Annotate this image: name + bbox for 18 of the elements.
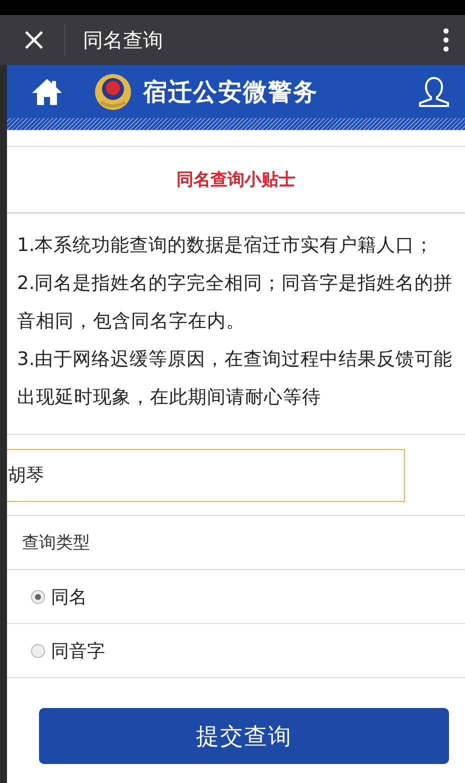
- tips-title: 同名查询小贴士: [176, 169, 296, 191]
- radio-button[interactable]: [31, 644, 45, 658]
- page-title: 同名查询: [83, 26, 164, 54]
- home-icon[interactable]: [31, 78, 63, 106]
- police-emblem-icon: [93, 72, 133, 112]
- user-icon[interactable]: [417, 76, 451, 108]
- more-icon[interactable]: [443, 28, 449, 52]
- name-input-field[interactable]: 胡琴: [7, 448, 405, 502]
- site-title: 宿迁公安微警务: [143, 76, 319, 108]
- close-icon[interactable]: [24, 30, 44, 50]
- tip-paragraph: 1.本系统功能查询的数据是宿迁市实有户籍人口；: [17, 234, 435, 258]
- option-label[interactable]: 同名: [51, 584, 87, 608]
- query-type-label: 查询类型: [22, 532, 90, 554]
- submit-button[interactable]: 提交查询: [39, 708, 449, 764]
- tip-paragraph: 3.由于网络迟缓等原因，在查询过程中结果反馈可能出现延时现象，在此期间请耐心等待: [17, 348, 454, 410]
- radio-button[interactable]: [31, 590, 45, 604]
- tip-paragraph: 2.同名是指姓名的字完全相同；同音字是指姓名的拼音相同，包含同名字在内。: [17, 272, 454, 334]
- option-label[interactable]: 同音字: [51, 638, 105, 662]
